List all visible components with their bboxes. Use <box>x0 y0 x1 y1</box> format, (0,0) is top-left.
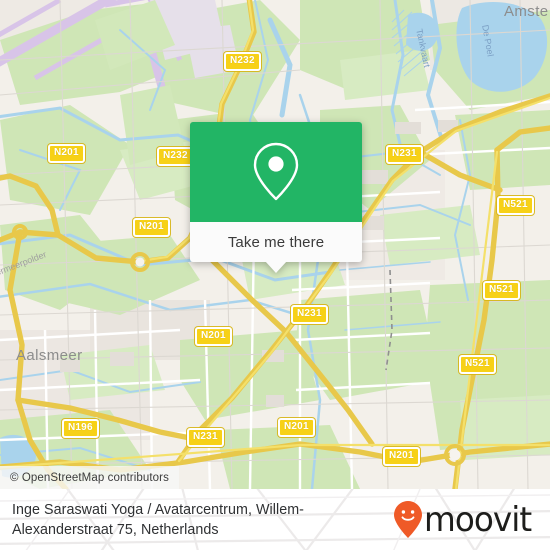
osm-attribution-text: © OpenStreetMap contributors <box>10 471 169 484</box>
popup-tail-pointer <box>265 261 287 273</box>
take-me-there-button[interactable]: Take me there <box>190 222 362 262</box>
moovit-smiley-pin-icon <box>394 500 423 538</box>
popup-pin-panel <box>190 122 362 222</box>
place-title: Inge Saraswati Yoga / Avatarcentrum, Wil… <box>12 501 304 538</box>
road-shield-n231-upper-right: N231 <box>386 145 423 164</box>
take-me-there-label: Take me there <box>227 233 325 251</box>
road-shield-n231-lower: N231 <box>187 428 224 447</box>
moovit-logo[interactable]: moovit <box>393 500 536 540</box>
moovit-wordmark: moovit <box>424 499 532 540</box>
road-shield-n231-center: N231 <box>291 305 328 324</box>
road-shield-n521-lower: N521 <box>459 355 496 374</box>
road-shield-n521-upper: N521 <box>497 196 534 215</box>
map-pin-icon <box>253 142 299 201</box>
road-shield-n232-mid: N232 <box>157 147 194 166</box>
destination-popup-card[interactable]: Take me there <box>190 122 362 273</box>
road-shield-n232-top: N232 <box>224 52 261 71</box>
road-shield-n201-center-left: N201 <box>195 327 232 346</box>
footer-bar: Inge Saraswati Yoga / Avatarcentrum, Wil… <box>0 489 550 550</box>
road-shield-n201-lower-center: N201 <box>278 418 315 437</box>
road-shield-n521-mid: N521 <box>483 281 520 300</box>
road-shield-n201-lower-right: N201 <box>383 447 420 466</box>
moovit-map-screenshot: Aalsmeer Amste ermeerpolder Tankvaart De… <box>0 0 550 550</box>
osm-attribution[interactable]: © OpenStreetMap contributors <box>0 466 179 489</box>
road-shield-n201-mid-left: N201 <box>133 218 170 237</box>
road-shield-n201-left: N201 <box>48 144 85 163</box>
map-canvas[interactable]: Aalsmeer Amste ermeerpolder Tankvaart De… <box>0 0 550 489</box>
road-shield-n196: N196 <box>62 419 99 438</box>
